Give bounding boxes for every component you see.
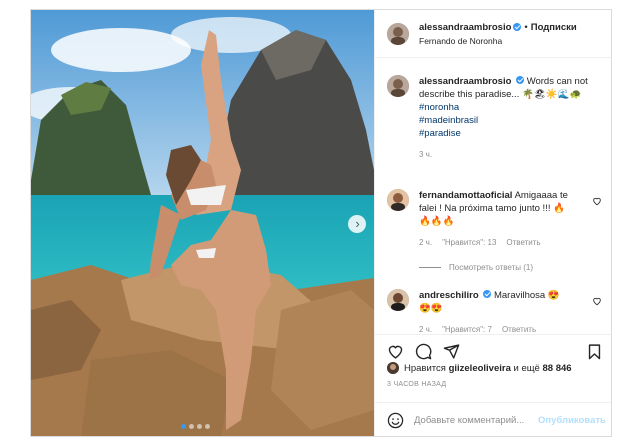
commenter-username[interactable]: andreschiliro xyxy=(419,290,479,301)
comment-bubble-icon[interactable] xyxy=(415,343,432,360)
likes-prefix: Нравится xyxy=(404,362,446,374)
instagram-post-modal: › alessandraambrosio • Подписки Fernando… xyxy=(30,9,612,437)
location-link[interactable]: Fernando de Noronha xyxy=(419,36,577,46)
carousel-dot xyxy=(189,424,194,429)
reply-button[interactable]: Ответить xyxy=(506,236,540,249)
divider xyxy=(419,267,441,268)
comment-likes[interactable]: "Нравится": 13 xyxy=(442,236,496,249)
likes-count[interactable]: 88 846 xyxy=(543,363,572,374)
reply-button[interactable]: Ответить xyxy=(502,323,536,334)
caption-emoji: 🌴🏖☀️🌊🐢 xyxy=(521,89,582,100)
commenter-username[interactable]: fernandamottaoficial xyxy=(419,190,512,201)
verified-badge-icon xyxy=(483,290,492,298)
carousel-dot xyxy=(205,424,210,429)
caption-author-avatar[interactable] xyxy=(387,75,409,97)
share-send-icon[interactable] xyxy=(443,343,460,360)
carousel-dot xyxy=(197,424,202,429)
carousel-dots xyxy=(181,424,210,429)
commenter-avatar[interactable] xyxy=(387,289,409,311)
comments-list: alessandraambrosio Words can not describ… xyxy=(375,59,611,334)
hashtag-link[interactable]: #noronha xyxy=(419,101,589,114)
view-replies-button[interactable]: Посмотреть ответы (1) xyxy=(419,263,533,272)
commenter-avatar[interactable] xyxy=(387,189,409,211)
publish-button[interactable]: Опубликовать xyxy=(538,415,606,426)
caption-item: alessandraambrosio Words can not describ… xyxy=(387,75,589,161)
comment-item: fernandamottaoficial Amigaaaa te falei !… xyxy=(387,189,569,249)
verified-badge-icon xyxy=(516,76,525,84)
hashtag-link[interactable]: #madeinbrasil xyxy=(419,114,589,127)
post-side-panel: alessandraambrosio • Подписки Fernando d… xyxy=(374,10,611,436)
post-actions xyxy=(375,334,611,364)
comment-input[interactable] xyxy=(414,415,534,426)
likes-summary[interactable]: Нравится giizeleoliveira и ещё 88 846 xyxy=(387,362,572,374)
caption-username[interactable]: alessandraambrosio xyxy=(419,76,511,87)
comment-item: andreschiliro Maravilhosa 😍 😍😍 2 ч. "Нра… xyxy=(387,289,569,334)
likes-middle: и ещё xyxy=(513,362,540,374)
post-photo[interactable]: › xyxy=(31,10,374,436)
author-username[interactable]: alessandraambrosio xyxy=(419,22,511,33)
comment-like-heart-icon[interactable] xyxy=(592,196,602,206)
like-heart-icon[interactable] xyxy=(387,343,404,360)
comment-time[interactable]: 2 ч. xyxy=(419,236,432,249)
comment-likes[interactable]: "Нравится": 7 xyxy=(442,323,492,334)
comment-like-heart-icon[interactable] xyxy=(592,296,602,306)
view-replies-label: Посмотреть ответы (1) xyxy=(449,263,534,272)
caption-time[interactable]: 3 ч. xyxy=(419,148,432,161)
bookmark-save-icon[interactable] xyxy=(586,343,603,360)
post-timestamp[interactable]: 3 ЧАСОВ НАЗАД xyxy=(387,381,446,388)
post-header: alessandraambrosio • Подписки Fernando d… xyxy=(375,10,611,58)
comment-time[interactable]: 2 ч. xyxy=(419,323,432,334)
carousel-dot xyxy=(181,424,186,429)
liker-avatar xyxy=(387,362,399,374)
liker-username[interactable]: giizeleoliveira xyxy=(449,363,511,374)
chevron-right-icon: › xyxy=(355,216,360,231)
verified-badge-icon xyxy=(513,23,522,31)
hashtag-link[interactable]: #paradise xyxy=(419,127,589,140)
author-avatar[interactable] xyxy=(387,22,409,45)
emoji-smiley-icon[interactable] xyxy=(387,412,404,429)
next-image-button[interactable]: › xyxy=(348,215,366,233)
separator: • xyxy=(524,21,528,33)
add-comment-bar: Опубликовать xyxy=(375,402,611,436)
post-image xyxy=(31,10,374,436)
following-button[interactable]: Подписки xyxy=(531,22,577,33)
